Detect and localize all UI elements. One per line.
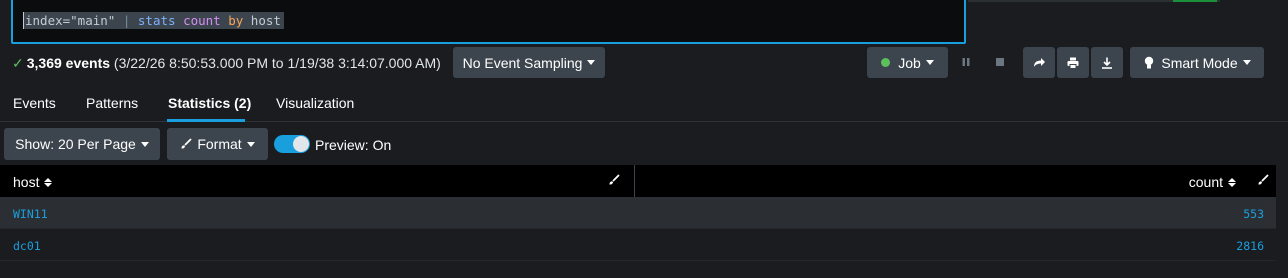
sort-icon — [44, 177, 53, 187]
results-toolbar: Show: 20 Per Page Format Preview: On — [0, 123, 1288, 165]
sort-icon — [1228, 177, 1236, 187]
tab-statistics[interactable]: Statistics (2) — [168, 95, 251, 111]
caret-down-icon — [140, 141, 149, 147]
job-dropdown[interactable]: Job — [867, 47, 948, 78]
per-page-label: Show: 20 Per Page — [15, 136, 136, 152]
query-token: | — [122, 13, 138, 28]
pause-icon[interactable] — [959, 55, 973, 69]
job-label: Job — [898, 54, 921, 71]
check-icon: ✓ — [12, 55, 24, 71]
column-format-icon[interactable] — [608, 173, 622, 187]
stop-icon[interactable] — [993, 55, 1007, 69]
format-label: Format — [197, 136, 242, 152]
search-input[interactable]: index="main" | stats count by host — [11, 0, 966, 44]
query-token: count — [183, 13, 229, 28]
cell-count[interactable]: 553 — [1243, 207, 1264, 221]
query-token: stats — [137, 13, 184, 28]
event-count: 3,369 events — [26, 55, 111, 71]
share-button[interactable] — [1023, 47, 1055, 78]
caret-down-icon — [246, 141, 255, 147]
tab-events[interactable]: Events — [13, 95, 56, 111]
brush-icon — [181, 138, 192, 149]
print-button[interactable] — [1057, 47, 1089, 78]
tab-patterns[interactable]: Patterns — [86, 95, 138, 111]
preview-label: Preview: On — [315, 137, 392, 153]
column-header-count[interactable]: count — [1189, 174, 1236, 190]
status-row: ✓ 3,369 events (3/22/26 8:50:53.000 PM to… — [0, 46, 1288, 82]
event-sampling-dropdown[interactable]: No Event Sampling — [453, 47, 605, 78]
search-mode-dropdown[interactable]: Smart Mode — [1130, 47, 1264, 78]
lightbulb-icon — [1145, 56, 1154, 68]
toggle-knob — [293, 136, 309, 152]
results-tabs: Events Patterns Statistics (2) Visualiza… — [0, 82, 1288, 122]
column-header-label: host — [13, 174, 40, 190]
cell-host[interactable]: dc01 — [13, 239, 41, 253]
active-tab-indicator — [167, 119, 245, 122]
table-row: dc01 2816 — [0, 229, 1276, 261]
column-header-host[interactable]: host — [13, 174, 53, 190]
event-summary: ✓ 3,369 events (3/22/26 8:50:53.000 PM to… — [12, 55, 441, 71]
download-icon — [1102, 57, 1112, 69]
query-token: index="main" — [25, 13, 123, 28]
search-button-edge[interactable] — [1173, 0, 1217, 2]
print-icon — [1067, 57, 1079, 69]
format-dropdown[interactable]: Format — [167, 128, 268, 160]
results-table: host count WIN11 553 dc01 2816 — [0, 165, 1276, 261]
caret-down-icon — [925, 60, 934, 65]
event-sampling-label: No Event Sampling — [462, 54, 583, 71]
caret-down-icon — [1242, 60, 1251, 65]
query-token: host — [250, 13, 281, 28]
scrollbar[interactable] — [1276, 165, 1288, 278]
search-area: index="main" | stats count by host — [0, 0, 1288, 46]
column-divider — [634, 165, 635, 197]
column-format-icon[interactable] — [1257, 173, 1271, 187]
search-query-text[interactable]: index="main" | stats count by host — [23, 12, 284, 29]
tab-visualization[interactable]: Visualization — [276, 95, 354, 111]
table-row: WIN11 553 — [0, 197, 1276, 229]
event-time-range: (3/22/26 8:50:53.000 PM to 1/19/38 3:14:… — [110, 55, 441, 71]
per-page-dropdown[interactable]: Show: 20 Per Page — [4, 128, 160, 160]
share-icon — [1034, 57, 1045, 67]
query-token: by — [228, 13, 251, 28]
cell-count[interactable]: 2816 — [1236, 239, 1264, 253]
search-mode-label: Smart Mode — [1161, 54, 1238, 71]
cell-host[interactable]: WIN11 — [13, 207, 48, 221]
job-status-dot-icon — [881, 58, 891, 67]
caret-down-icon — [587, 60, 596, 65]
table-header: host count — [0, 165, 1276, 197]
preview-toggle[interactable] — [274, 135, 310, 153]
export-button[interactable] — [1091, 47, 1123, 78]
column-header-label: count — [1188, 174, 1223, 190]
